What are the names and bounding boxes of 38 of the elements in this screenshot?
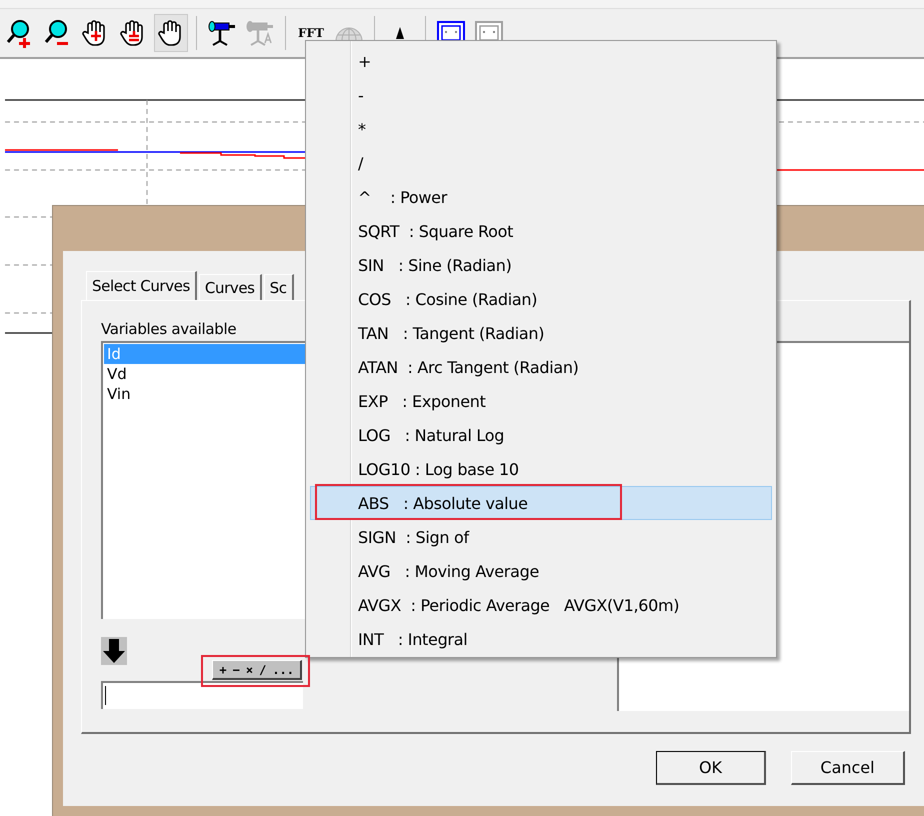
menu-item[interactable]: SIN : Sine (Radian): [310, 248, 772, 282]
telescope-icon: [207, 19, 237, 47]
hand-move-icon: [82, 19, 108, 47]
tab[interactable]: Select Curves: [86, 271, 197, 300]
expression-field[interactable]: [101, 681, 303, 709]
menu-item[interactable]: TAN : Tangent (Radian): [310, 316, 772, 350]
menu-item[interactable]: AVG : Moving Average: [310, 554, 772, 588]
ok-button[interactable]: OK: [656, 751, 766, 785]
hand-plus-icon: [120, 19, 146, 47]
menu-item[interactable]: INT : Integral: [310, 622, 772, 656]
menu-item[interactable]: ATAN : Arc Tangent (Radian): [310, 350, 772, 384]
menu-item[interactable]: LOG : Natural Log: [310, 418, 772, 452]
down-arrow-icon: [101, 637, 127, 665]
list-item[interactable]: Vin: [104, 384, 305, 404]
menu-item[interactable]: COS : Cosine (Radian): [310, 282, 772, 316]
tab[interactable]: Curves: [198, 274, 262, 300]
menu-item[interactable]: /: [310, 146, 772, 180]
operators-button[interactable]: + − × ∕ ...: [212, 660, 302, 680]
menu-item[interactable]: SIGN : Sign of: [310, 520, 772, 554]
menu-item[interactable]: AVGX : Periodic Average AVGX(V1,60m): [310, 588, 772, 622]
hand-icon: [158, 19, 184, 47]
pointer-icon: [395, 26, 405, 40]
menu-item[interactable]: SQRT : Square Root: [310, 214, 772, 248]
text-cursor: [105, 686, 106, 705]
menu-item[interactable]: LOG10 : Log base 10: [310, 452, 772, 486]
menu-item[interactable]: EXP : Exponent: [310, 384, 772, 418]
zoom-in-icon: [5, 18, 33, 48]
zoom-out-icon: [43, 18, 71, 48]
variables-label: Variables available: [101, 319, 238, 340]
menu-item[interactable]: *: [310, 112, 772, 146]
toolbar-button[interactable]: [154, 14, 188, 52]
menu-item[interactable]: ABS : Absolute value: [310, 486, 772, 520]
tab[interactable]: Sc: [264, 274, 294, 300]
menu-item[interactable]: ^ : Power: [310, 180, 772, 214]
telescope-icon: [245, 19, 275, 47]
cancel-button[interactable]: Cancel: [791, 751, 905, 785]
list-item[interactable]: Vd: [104, 364, 305, 384]
menu-item[interactable]: -: [310, 78, 772, 112]
